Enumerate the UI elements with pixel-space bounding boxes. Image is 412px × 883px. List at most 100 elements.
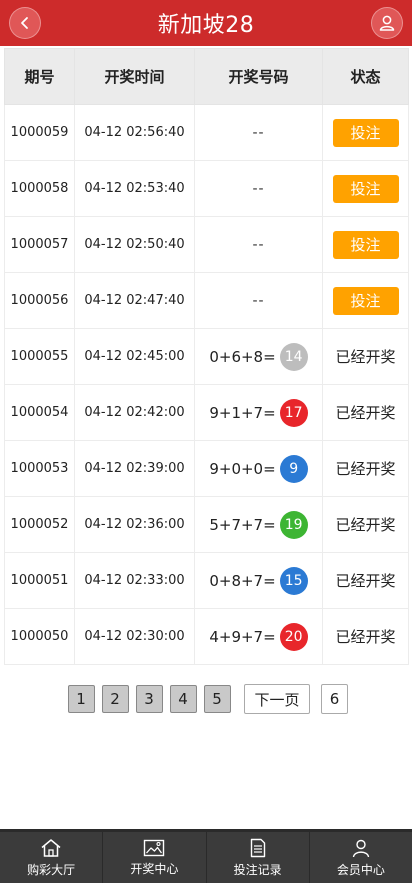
issue-number: 1000056	[4, 272, 75, 329]
issue-number: 1000051	[4, 552, 75, 609]
issue-number: 1000053	[4, 440, 75, 497]
tab-member-center[interactable]: 会员中心	[310, 832, 412, 883]
draw-time: 04-12 02:39:00	[74, 440, 195, 497]
pagination: 1 2 3 4 5 下一页 6	[0, 684, 412, 714]
tab-bet-records-label: 投注记录	[233, 862, 282, 877]
formula-text: 9+0+0=	[209, 459, 276, 478]
draw-number-cell: 5+7+7= 19	[194, 496, 323, 553]
draw-number-cell: --	[194, 272, 323, 329]
table-row: 1000053 04-12 02:39:00 9+0+0= 9 已经开奖	[4, 440, 409, 497]
issue-number: 1000055	[4, 328, 75, 385]
user-icon	[379, 15, 395, 31]
user-icon	[352, 839, 370, 857]
table-row: 1000057 04-12 02:50:40 -- 投注	[4, 216, 409, 273]
table-row: 1000056 04-12 02:47:40 -- 投注	[4, 272, 409, 329]
draw-time: 04-12 02:30:00	[74, 608, 195, 665]
formula-text: 0+6+8=	[209, 347, 276, 366]
table-header-row: 期号 开奖时间 开奖号码 状态	[4, 48, 409, 105]
pending-number: --	[252, 124, 265, 141]
bet-button[interactable]: 投注	[332, 118, 399, 147]
draw-formula: 9+1+7= 17	[209, 398, 308, 427]
table-row: 1000054 04-12 02:42:00 9+1+7= 17 已经开奖	[4, 384, 409, 441]
status-cell: 已经开奖	[322, 384, 409, 441]
image-icon	[144, 839, 165, 856]
page-button-2[interactable]: 2	[101, 685, 129, 713]
draw-number-cell: 9+0+0= 9	[194, 440, 323, 497]
status-cell: 投注	[322, 160, 409, 217]
issue-number: 1000052	[4, 496, 75, 553]
pending-number: --	[252, 236, 265, 253]
pending-number: --	[252, 292, 265, 309]
tab-draw-center[interactable]: 开奖中心	[103, 832, 207, 883]
issue-number: 1000054	[4, 384, 75, 441]
page-button-3[interactable]: 3	[135, 685, 163, 713]
bet-button[interactable]: 投注	[332, 174, 399, 203]
status-cell: 投注	[322, 272, 409, 329]
tab-draw-center-label: 开奖中心	[130, 861, 179, 876]
draw-formula: 0+6+8= 14	[209, 342, 308, 371]
draw-number-cell: 9+1+7= 17	[194, 384, 323, 441]
status-cell: 已经开奖	[322, 552, 409, 609]
table-row: 1000058 04-12 02:53:40 -- 投注	[4, 160, 409, 217]
table-row: 1000052 04-12 02:36:00 5+7+7= 19 已经开奖	[4, 496, 409, 553]
status-text: 已经开奖	[335, 404, 396, 422]
app-header: 新加坡28	[0, 0, 412, 46]
status-text: 已经开奖	[335, 628, 396, 646]
page-title: 新加坡28	[157, 13, 255, 38]
draw-results-table: 期号 开奖时间 开奖号码 状态 1000059 04-12 02:56:40 -- 投…	[4, 48, 409, 665]
header-draw-number: 开奖号码	[194, 48, 323, 105]
page-button-last[interactable]: 6	[321, 684, 348, 714]
page-button-4[interactable]: 4	[169, 685, 197, 713]
issue-number: 1000058	[4, 160, 75, 217]
draw-formula: 5+7+7= 19	[209, 510, 308, 539]
formula-text: 9+1+7=	[209, 403, 276, 422]
draw-formula: 4+9+7= 20	[209, 622, 308, 651]
issue-number: 1000050	[4, 608, 75, 665]
draw-time: 04-12 02:45:00	[74, 328, 195, 385]
user-button[interactable]	[371, 7, 403, 39]
formula-text: 0+8+7=	[209, 571, 276, 590]
header-issue: 期号	[4, 48, 75, 105]
chevron-left-icon	[21, 17, 28, 29]
draw-number-cell: 4+9+7= 20	[194, 608, 323, 665]
draw-time: 04-12 02:47:40	[74, 272, 195, 329]
page-button-5[interactable]: 5	[203, 685, 231, 713]
result-ball: 19	[279, 510, 308, 539]
table-row: 1000051 04-12 02:33:00 0+8+7= 15 已经开奖	[4, 552, 409, 609]
status-cell: 已经开奖	[322, 328, 409, 385]
draw-number-cell: --	[194, 216, 323, 273]
table-row: 1000050 04-12 02:30:00 4+9+7= 20 已经开奖	[4, 608, 409, 665]
formula-text: 5+7+7=	[209, 515, 276, 534]
status-text: 已经开奖	[335, 572, 396, 590]
status-text: 已经开奖	[335, 460, 396, 478]
bet-button[interactable]: 投注	[332, 230, 399, 259]
page-button-1[interactable]: 1	[67, 685, 95, 713]
status-cell: 已经开奖	[322, 496, 409, 553]
result-ball: 14	[279, 342, 308, 371]
draw-time: 04-12 02:33:00	[74, 552, 195, 609]
tab-lobby[interactable]: 购彩大厅	[0, 832, 104, 883]
draw-time: 04-12 02:53:40	[74, 160, 195, 217]
result-ball: 9	[279, 454, 308, 483]
header-status: 状态	[322, 48, 409, 105]
draw-time: 04-12 02:36:00	[74, 496, 195, 553]
draw-number-cell: --	[194, 160, 323, 217]
draw-time: 04-12 02:42:00	[74, 384, 195, 441]
tab-bet-records[interactable]: 投注记录	[207, 832, 310, 883]
tab-lobby-label: 购彩大厅	[27, 862, 76, 877]
next-page-button[interactable]: 下一页	[244, 684, 310, 714]
status-cell: 投注	[322, 216, 409, 273]
back-button[interactable]	[9, 7, 41, 39]
issue-number: 1000059	[4, 104, 75, 161]
status-cell: 已经开奖	[322, 440, 409, 497]
draw-number-cell: --	[194, 104, 323, 161]
pending-number: --	[252, 180, 265, 197]
draw-time: 04-12 02:56:40	[74, 104, 195, 161]
bet-button[interactable]: 投注	[332, 286, 399, 315]
draw-formula: 0+8+7= 15	[209, 566, 308, 595]
status-text: 已经开奖	[335, 516, 396, 534]
bottom-nav: 购彩大厅 开奖中心 投注记录 会员中心	[0, 829, 412, 883]
document-icon	[250, 838, 265, 857]
status-text: 已经开奖	[335, 348, 396, 366]
tab-member-center-label: 会员中心	[336, 862, 385, 877]
